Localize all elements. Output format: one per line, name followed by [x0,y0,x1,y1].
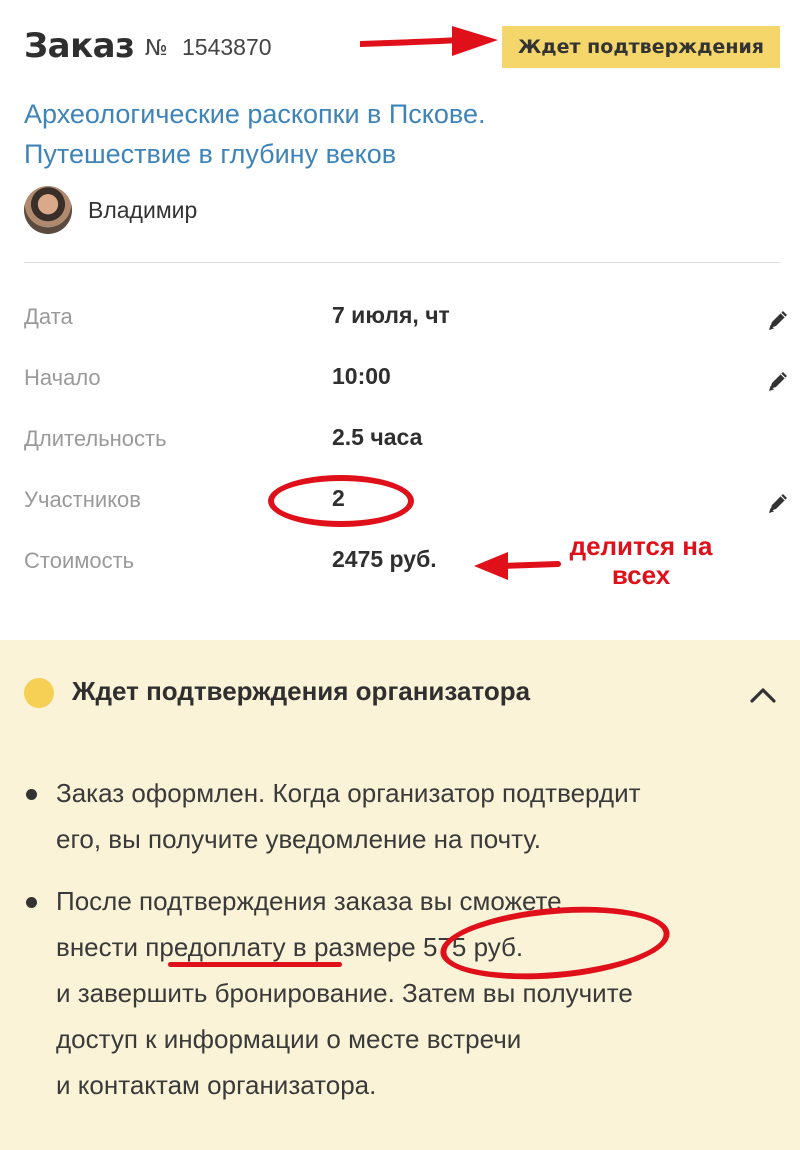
detail-label: Длительность [24,426,167,451]
status-panel-header[interactable]: Ждет подтверждения организатора [24,676,780,712]
avatar [24,186,72,234]
annotation-arrow-left [474,552,561,580]
detail-value: 7 июля, чт [332,302,450,328]
annotation-underline [168,962,342,967]
pencil-icon[interactable] [764,367,792,395]
bullet-line: его, вы получите уведомление на почту. [56,824,541,854]
bullet-line: внести предоплату в размере 575 руб. [56,932,524,962]
pencil-icon[interactable] [764,306,792,334]
order-number-sign: № [145,36,168,61]
tour-title-line: Археологические раскопки в Пскове. [24,99,486,129]
pencil-icon[interactable] [764,489,792,517]
list-item: Заказ оформлен. Когда организатор подтве… [24,770,784,862]
annotation-arrow-right [360,26,498,56]
order-title: Заказ [24,26,135,66]
organizer-name: Владимир [88,196,198,223]
detail-label: Стоимость [24,548,135,573]
detail-row-start: Начало 10:00 [24,351,794,412]
bullet-line: Заказ оформлен. Когда организатор подтве… [56,778,641,808]
annotation-circle [268,475,414,527]
status-bullets: Заказ оформлен. Когда организатор подтве… [24,770,784,1124]
list-item: После подтверждения заказа вы сможете вн… [24,878,784,1108]
tour-title-line: Путешествие в глубину веков [24,139,397,169]
detail-value: 10:00 [332,363,391,389]
detail-row-duration: Длительность 2.5 часа [24,412,794,473]
status-panel-title: Ждет подтверждения организатора [72,676,531,706]
organizer[interactable]: Владимир [24,186,197,234]
chevron-up-icon[interactable] [746,678,780,712]
annotation-note-line: делится на [569,531,713,561]
bullet-line: и завершить бронирование. Затем вы получ… [56,978,633,1008]
detail-label: Начало [24,365,101,390]
annotation-note: делится на всех [550,532,732,590]
annotation-note-line: всех [611,560,671,590]
detail-row-date: Дата 7 июля, чт [24,290,794,351]
dot-icon [24,678,54,708]
detail-label: Участников [24,487,141,512]
tour-title-link[interactable]: Археологические раскопки в Пскове. Путеш… [24,94,744,174]
detail-value: 2475 руб. [332,546,437,572]
bullet-line: и контактам организатора. [56,1070,377,1100]
status-badge: Ждет подтверждения [502,26,780,68]
status-panel: Ждет подтверждения организатора Заказ оф… [0,640,800,1150]
detail-value: 2.5 часа [332,424,423,450]
bullet-line: доступ к информации о месте встречи [56,1024,522,1054]
bullet-line: После подтверждения заказа вы сможете [56,886,562,916]
order-number: 1543870 [182,34,272,60]
divider [24,262,780,263]
detail-label: Дата [24,304,73,329]
